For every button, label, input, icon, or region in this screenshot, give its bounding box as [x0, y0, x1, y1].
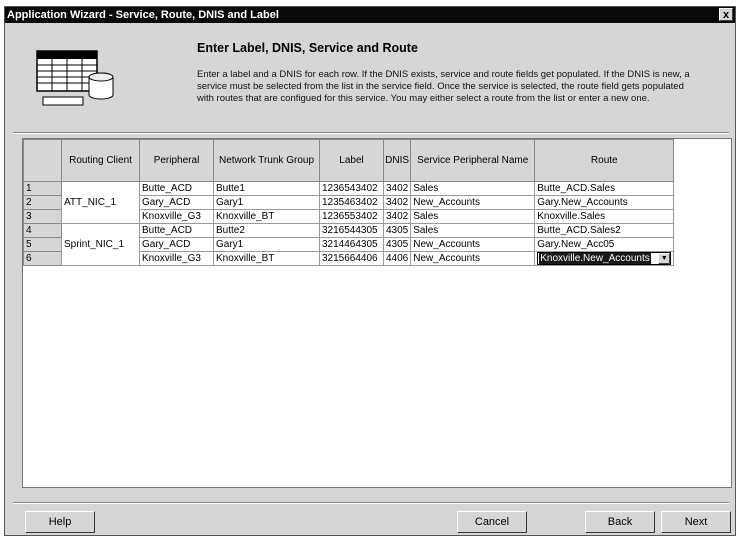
col-header-label[interactable]: Label	[319, 139, 384, 182]
header-row: Routing Client Peripheral Network Trunk …	[23, 139, 675, 182]
service-cell[interactable]: Sales	[410, 209, 536, 224]
peripheral-cell[interactable]: Butte_ACD	[139, 181, 214, 196]
trunk-group-cell[interactable]: Gary1	[213, 237, 320, 252]
back-button[interactable]: Back	[585, 511, 655, 533]
row-number[interactable]: 4	[23, 223, 62, 238]
row-number[interactable]: 6	[23, 251, 62, 266]
route-combobox-value[interactable]: Knoxville.New_Accounts	[539, 253, 651, 264]
row-number[interactable]: 3	[23, 209, 62, 224]
routing-table: Routing Client Peripheral Network Trunk …	[23, 139, 675, 266]
label-cell[interactable]: 3216544305	[319, 223, 384, 238]
dnis-cell[interactable]: 3402	[382, 195, 412, 210]
peripheral-cell[interactable]: Gary_ACD	[139, 195, 214, 210]
dnis-cell[interactable]: 4305	[382, 223, 412, 238]
routing-client-cell[interactable]: Sprint_NIC_1	[61, 223, 140, 266]
row-number[interactable]: 5	[23, 237, 62, 252]
trunk-group-cell[interactable]: Gary1	[213, 195, 320, 210]
label-cell[interactable]: 1235463402	[319, 195, 384, 210]
dnis-cell[interactable]: 4406	[382, 251, 412, 266]
close-button[interactable]: x	[719, 8, 733, 21]
page-title: Enter Label, DNIS, Service and Route	[197, 41, 418, 55]
table-row: 4 Sprint_NIC_1 Butte_ACD Butte2 32165443…	[23, 223, 675, 266]
label-cell[interactable]: 3215664406	[319, 251, 384, 266]
table-wizard-icon	[36, 50, 114, 106]
dnis-cell[interactable]: 4305	[382, 237, 412, 252]
peripheral-cell[interactable]: Knoxville_G3	[139, 209, 214, 224]
trunk-group-cell[interactable]: Knoxville_BT	[213, 209, 320, 224]
col-header-routing-client[interactable]: Routing Client	[61, 139, 140, 182]
col-header-dnis[interactable]: DNIS	[382, 139, 412, 182]
peripheral-cell[interactable]: Knoxville_G3	[139, 251, 214, 266]
routing-client-cell[interactable]: ATT_NIC_1	[61, 181, 140, 224]
footer-divider	[13, 502, 729, 504]
col-header-trunk-group[interactable]: Network Trunk Group	[213, 139, 320, 182]
route-combobox[interactable]: Knoxville.New_Accounts ▼	[537, 252, 672, 265]
row-number[interactable]: 1	[23, 181, 62, 196]
service-cell[interactable]: New_Accounts	[410, 195, 536, 210]
cancel-button[interactable]: Cancel	[457, 511, 527, 533]
service-cell[interactable]: Sales	[410, 223, 536, 238]
table-row: 1 ATT_NIC_1 Butte_ACD Butte1 1236543402 …	[23, 181, 675, 224]
row-number[interactable]: 2	[23, 195, 62, 210]
trunk-group-cell[interactable]: Butte2	[213, 223, 320, 238]
dnis-cell[interactable]: 3402	[382, 181, 412, 196]
window-title: Application Wizard - Service, Route, DNI…	[7, 9, 279, 21]
help-button[interactable]: Help	[25, 511, 95, 533]
next-button[interactable]: Next	[661, 511, 731, 533]
routing-grid[interactable]: Routing Client Peripheral Network Trunk …	[22, 138, 732, 488]
title-bar: Application Wizard - Service, Route, DNI…	[5, 7, 735, 23]
col-header-peripheral[interactable]: Peripheral	[139, 139, 214, 182]
service-cell[interactable]: New_Accounts	[410, 251, 536, 266]
dnis-cell[interactable]: 3402	[382, 209, 412, 224]
route-cell[interactable]: Butte_ACD.Sales2	[534, 223, 675, 238]
label-cell[interactable]: 3214464305	[319, 237, 384, 252]
route-cell[interactable]: Gary.New_Acc05	[534, 237, 675, 252]
route-cell[interactable]: Butte_ACD.Sales	[534, 181, 675, 196]
route-cell[interactable]: Knoxville.Sales	[534, 209, 675, 224]
route-cell-active[interactable]: Knoxville.New_Accounts ▼	[534, 251, 675, 266]
route-cell[interactable]: Gary.New_Accounts	[534, 195, 675, 210]
trunk-group-cell[interactable]: Knoxville_BT	[213, 251, 320, 266]
service-cell[interactable]: Sales	[410, 181, 536, 196]
header-divider	[13, 132, 729, 134]
service-cell[interactable]: New_Accounts	[410, 237, 536, 252]
label-cell[interactable]: 1236553402	[319, 209, 384, 224]
peripheral-cell[interactable]: Butte_ACD	[139, 223, 214, 238]
col-header-route[interactable]: Route	[534, 139, 675, 182]
peripheral-cell[interactable]: Gary_ACD	[139, 237, 214, 252]
chevron-down-icon[interactable]: ▼	[658, 253, 671, 264]
wizard-window: Application Wizard - Service, Route, DNI…	[4, 6, 736, 536]
instructions-text: Enter a label and a DNIS for each row. I…	[197, 69, 690, 104]
col-header-rownum	[23, 139, 62, 182]
label-cell[interactable]: 1236543402	[319, 181, 384, 196]
trunk-group-cell[interactable]: Butte1	[213, 181, 320, 196]
col-header-service[interactable]: Service Peripheral Name	[410, 139, 536, 182]
